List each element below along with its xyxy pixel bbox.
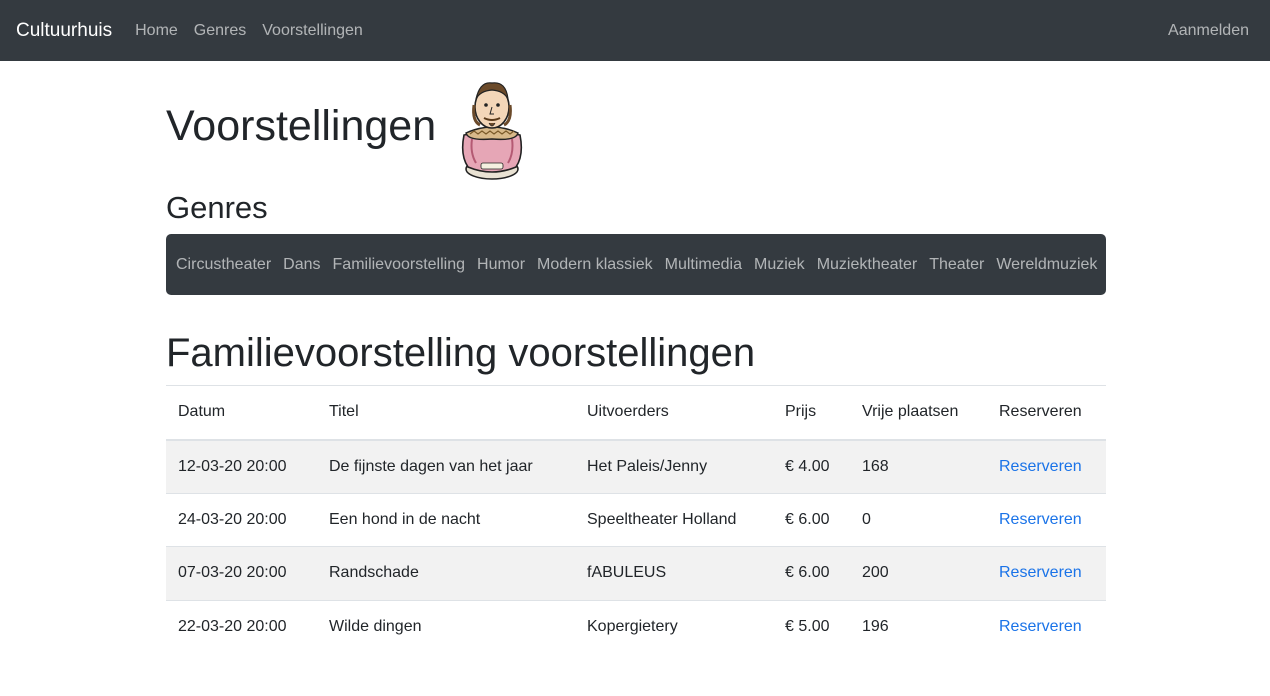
reserveren-link[interactable]: Reserveren bbox=[999, 564, 1082, 581]
col-header-datum: Datum bbox=[178, 403, 226, 421]
table-header: Datum Titel Uitvoerders Prijs Vrije plaa… bbox=[166, 385, 1106, 440]
nav-link-genres[interactable]: Genres bbox=[194, 22, 246, 40]
top-navbar: Cultuurhuis Home Genres Voorstellingen A… bbox=[0, 0, 1270, 61]
col-header-vrije-plaatsen: Vrije plaatsen bbox=[862, 403, 959, 421]
genre-nav-bar: Circustheater Dans Familievoorstelling H… bbox=[166, 234, 1106, 296]
table-header-row: Datum Titel Uitvoerders Prijs Vrije plaa… bbox=[166, 385, 1106, 440]
genres-heading: Genres bbox=[166, 190, 268, 225]
shakespeare-bust-icon bbox=[462, 82, 523, 180]
section-title: Familievoorstelling voorstellingen bbox=[166, 331, 756, 376]
cell-uitvoerders: Het Paleis/Jenny bbox=[575, 439, 773, 494]
cell-vrije-plaatsen: 200 bbox=[850, 546, 987, 601]
genre-link-theater[interactable]: Theater bbox=[929, 256, 984, 274]
cell-datum: 24-03-20 20:00 bbox=[166, 492, 317, 547]
col-header-uitvoerders: Uitvoerders bbox=[587, 403, 669, 421]
cell-titel: Een hond in de nacht bbox=[317, 492, 575, 547]
table-body: 12-03-20 20:00 De fijnste dagen van het … bbox=[166, 439, 1106, 654]
brand-link[interactable]: Cultuurhuis bbox=[16, 20, 112, 42]
table-row: 24-03-20 20:00 Een hond in de nacht Spee… bbox=[166, 492, 1106, 547]
table-row: 22-03-20 20:00 Wilde dingen Kopergietery… bbox=[166, 599, 1106, 654]
title-row: Voorstellingen bbox=[166, 61, 1106, 191]
genre-link-modern-klassiek[interactable]: Modern klassiek bbox=[537, 256, 653, 274]
genre-link-humor[interactable]: Humor bbox=[477, 256, 525, 274]
nav-link-voorstellingen[interactable]: Voorstellingen bbox=[262, 22, 363, 40]
nav-link-home[interactable]: Home bbox=[135, 22, 178, 40]
cell-reserveren: Reserveren bbox=[987, 599, 1106, 654]
genre-link-circustheater[interactable]: Circustheater bbox=[176, 256, 271, 274]
cell-titel: De fijnste dagen van het jaar bbox=[317, 439, 575, 494]
col-header-titel: Titel bbox=[329, 403, 359, 421]
performances-table: Datum Titel Uitvoerders Prijs Vrije plaa… bbox=[166, 385, 1106, 654]
genre-link-muziektheater[interactable]: Muziektheater bbox=[817, 256, 918, 274]
cell-uitvoerders: Kopergietery bbox=[575, 599, 773, 654]
table-row: 12-03-20 20:00 De fijnste dagen van het … bbox=[166, 439, 1106, 494]
page-title: Voorstellingen bbox=[166, 101, 437, 150]
genre-link-familievoorstelling[interactable]: Familievoorstelling bbox=[333, 256, 466, 274]
reserveren-link[interactable]: Reserveren bbox=[999, 458, 1082, 475]
cell-vrije-plaatsen: 168 bbox=[850, 439, 987, 494]
genre-link-wereldmuziek[interactable]: Wereldmuziek bbox=[996, 256, 1097, 274]
reserveren-link[interactable]: Reserveren bbox=[999, 511, 1082, 528]
genre-link-dans[interactable]: Dans bbox=[283, 256, 320, 274]
cell-reserveren: Reserveren bbox=[987, 439, 1106, 494]
cell-uitvoerders: Speeltheater Holland bbox=[575, 492, 773, 547]
genre-link-muziek[interactable]: Muziek bbox=[754, 256, 805, 274]
main-container: Voorstellingen Genres Circustheater Dans… bbox=[166, 61, 1106, 654]
col-header-reserveren: Reserveren bbox=[999, 403, 1082, 421]
cell-reserveren: Reserveren bbox=[987, 492, 1106, 547]
cell-prijs: € 6.00 bbox=[773, 492, 850, 547]
cell-reserveren: Reserveren bbox=[987, 546, 1106, 601]
cell-datum: 07-03-20 20:00 bbox=[166, 546, 317, 601]
login-link[interactable]: Aanmelden bbox=[1168, 22, 1249, 40]
cell-titel: Wilde dingen bbox=[317, 599, 575, 654]
cell-datum: 22-03-20 20:00 bbox=[166, 599, 317, 654]
nav-links: Home Genres Voorstellingen bbox=[135, 22, 379, 40]
table-row: 07-03-20 20:00 Randschade fABULEUS € 6.0… bbox=[166, 546, 1106, 601]
cell-prijs: € 6.00 bbox=[773, 546, 850, 601]
cell-titel: Randschade bbox=[317, 546, 575, 601]
cell-datum: 12-03-20 20:00 bbox=[166, 439, 317, 494]
reserveren-link[interactable]: Reserveren bbox=[999, 618, 1082, 635]
cell-vrije-plaatsen: 0 bbox=[850, 492, 987, 547]
cell-prijs: € 4.00 bbox=[773, 439, 850, 494]
cell-vrije-plaatsen: 196 bbox=[850, 599, 987, 654]
genre-link-multimedia[interactable]: Multimedia bbox=[665, 256, 742, 274]
cell-prijs: € 5.00 bbox=[773, 599, 850, 654]
cell-uitvoerders: fABULEUS bbox=[575, 546, 773, 601]
col-header-prijs: Prijs bbox=[785, 403, 817, 421]
